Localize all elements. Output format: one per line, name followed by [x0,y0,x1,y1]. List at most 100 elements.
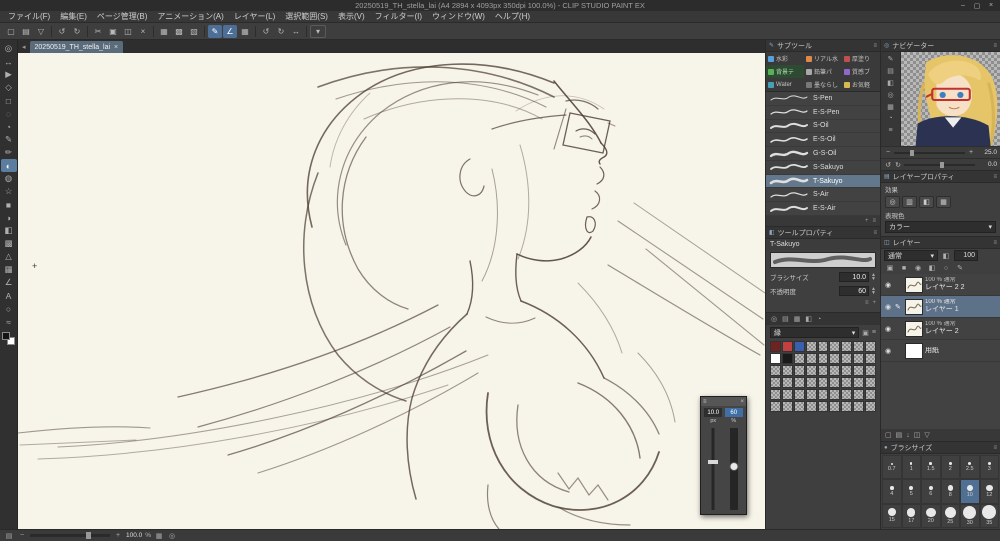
figure-tool[interactable]: △ [1,250,17,263]
apply-mask-icon[interactable]: ◫ [914,431,921,439]
text-tool[interactable]: A [1,289,17,302]
pen-settings-icon[interactable]: ✎ [883,53,899,64]
menu-animation[interactable]: アニメーション(A) [152,11,228,22]
select-border-icon[interactable]: ▧ [187,25,201,38]
brush-size-cell[interactable]: 2 [940,455,960,480]
tool-property-menu-icon[interactable]: ≡ [873,230,877,236]
brush-size-cell[interactable]: 30 [960,503,980,528]
subtool-menu-icon[interactable]: ≡ [872,218,876,224]
color-chip[interactable] [793,341,805,352]
brush-item[interactable]: E-S-Pen [766,106,880,120]
layer-visibility-eye-icon[interactable]: ◉ [883,325,893,333]
frame-border-tool[interactable]: ▦ [1,263,17,276]
layer-color-icon[interactable]: ▦ [936,196,951,208]
brush-size-cell[interactable]: 2.5 [960,455,980,480]
pin-icon[interactable]: ◉ [912,264,924,272]
brush-size-cell[interactable]: 35 [979,503,999,528]
color-chip[interactable] [781,353,793,364]
canvas[interactable]: + [18,53,765,529]
color-chip[interactable] [817,401,829,412]
layer-visibility-eye-icon[interactable]: ◉ [883,303,893,311]
color-chip[interactable] [829,401,841,412]
layer-property-header[interactable]: ▤ レイヤープロパティ ≡ [881,171,1000,183]
new-folder-icon[interactable]: ▤ [896,431,903,439]
menu-icon[interactable]: ≡ [883,125,899,136]
menu-page-management[interactable]: ページ管理(B) [92,11,153,22]
brush-size-cell[interactable]: 25 [940,503,960,528]
circle-icon[interactable]: ◎ [883,89,899,100]
expression-color-dropdown[interactable]: カラー ▾ [885,221,996,233]
snap-pen-icon[interactable]: ✎ [208,24,222,38]
color-chip[interactable] [793,353,805,364]
brush-size-cell[interactable]: 12 [979,479,999,504]
floating-size-handle[interactable] [708,460,719,465]
menu-window[interactable]: ウィンドウ(W) [427,11,490,22]
line-correction-tool[interactable]: ≈ [1,315,17,328]
brush-item[interactable]: S-Air [766,188,880,203]
color-chip[interactable] [865,365,876,376]
brush-size-cell[interactable]: 17 [901,503,921,528]
subtool-group[interactable]: 水彩 [766,52,804,65]
tool-property-header[interactable]: ◧ ツールプロパティ ≡ [766,227,880,239]
subtool-group[interactable]: 鉛筆パ [804,65,842,78]
add-subtool-icon[interactable]: + [865,218,869,224]
color-set-lock-icon[interactable]: ▣ [862,329,869,337]
layer-visibility-eye-icon[interactable]: ◉ [883,347,893,355]
layer-property-menu-icon[interactable]: ≡ [993,174,997,180]
color-set-menu-icon[interactable]: ≡ [872,329,876,336]
color-chip[interactable] [829,389,841,400]
color-chip[interactable] [781,377,793,388]
pencil-tool[interactable]: ✏ [1,146,17,159]
subtool-group[interactable]: 質感ブ [842,65,880,78]
navigator-rotate-left-icon[interactable]: ↺ [884,161,892,169]
document-tab[interactable]: 20250519_TH_stella_lai × [29,41,124,53]
subtool-group[interactable]: 背景テ [766,65,804,78]
extract-line-icon[interactable]: ◧ [919,196,934,208]
color-history-icon[interactable]: ◔ [817,316,821,323]
color-chip[interactable] [865,389,876,400]
zoom-slider-handle[interactable] [86,532,91,539]
floating-size-value[interactable]: 10.0 [704,408,723,417]
eraser-tool[interactable]: ■ [1,198,17,211]
navigator-header[interactable]: ◎ ナビゲーター ≡ [881,40,1000,52]
subtool-panel-menu-icon[interactable]: ≡ [873,43,877,49]
color-chip[interactable] [770,401,781,412]
snap-grid-icon[interactable]: ▦ [238,25,252,38]
brush-size-value[interactable]: 10.0 [839,272,870,282]
color-chip[interactable] [770,341,781,352]
color-chip[interactable] [817,377,829,388]
reset-view-icon[interactable]: ◎ [167,532,177,540]
ruler-tool[interactable]: ∠ [1,276,17,289]
color-chip[interactable] [805,353,817,364]
color-set-icon[interactable]: ▦ [794,315,801,323]
blend-tool[interactable]: ◑ [1,211,17,224]
zoom-in-icon[interactable]: + [113,532,123,539]
opacity-value[interactable]: 60 [839,286,870,296]
color-chip[interactable] [781,341,793,352]
balloon-tool[interactable]: ○ [1,302,17,315]
brush-item[interactable]: S-Pen [766,92,880,106]
navigator-rotate-slider[interactable] [904,161,975,168]
color-chip[interactable] [793,377,805,388]
navigator-thumbnail[interactable] [901,52,1000,146]
pen-tool[interactable]: ✎ [1,133,17,146]
color-chip[interactable] [793,389,805,400]
color-slider-icon[interactable]: ▤ [782,315,789,323]
airbrush-tool[interactable]: ◍ [1,172,17,185]
brush-size-stepper[interactable]: ▲ ▼ [871,273,876,282]
menu-file[interactable]: ファイル(F) [3,11,55,22]
move-tool[interactable]: ↔ [1,55,17,68]
layer-move-tool[interactable]: ◇ [1,81,17,94]
paste-icon[interactable]: ◫ [121,25,135,38]
color-chip[interactable] [853,365,865,376]
floating-size-slider[interactable] [706,426,720,512]
border-effect-icon[interactable]: ◎ [885,196,900,208]
snap-ruler-icon[interactable]: ∠ [223,24,237,38]
color-chip[interactable] [770,353,781,364]
color-wheel-icon[interactable]: ◎ [771,315,777,323]
clip-icon[interactable]: ◧ [926,264,938,272]
auto-select-tool[interactable]: ◌ [1,107,17,120]
copy-icon[interactable]: ▣ [106,25,120,38]
blend-mode-dropdown[interactable]: 通常 ▾ [884,250,938,261]
color-chip[interactable] [841,377,853,388]
